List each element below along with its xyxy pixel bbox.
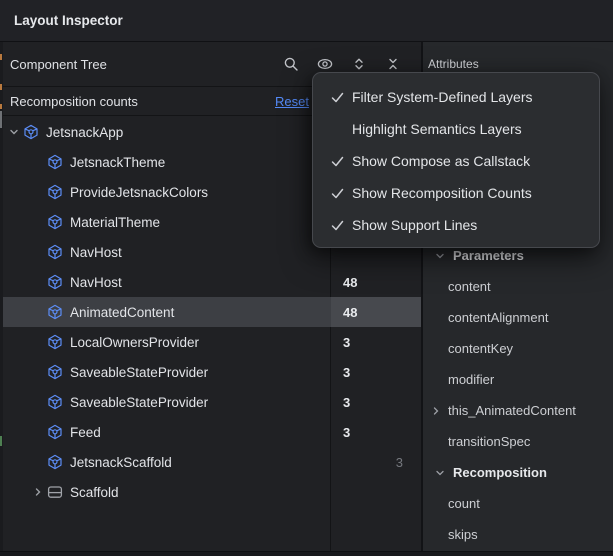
tree-node[interactable]: NavHost 48 — [3, 267, 421, 297]
attribute-row[interactable]: skips — [423, 519, 613, 550]
tree-node-selected[interactable]: AnimatedContent 48 — [3, 297, 421, 327]
component-tree-title: Component Tree — [10, 57, 107, 72]
chevron-right-icon[interactable] — [430, 405, 444, 417]
tree-node[interactable]: SaveableStateProvider 3 — [3, 387, 421, 417]
attribute-row[interactable]: contentKey — [423, 333, 613, 364]
chevron-down-icon[interactable] — [434, 250, 448, 262]
tree-node[interactable]: LocalOwnersProvider 3 — [3, 327, 421, 357]
compose-node-icon — [47, 154, 63, 170]
menu-item[interactable]: Show Recomposition Counts — [313, 177, 599, 209]
attributes-list: Parameters content contentAlignment cont… — [423, 240, 613, 550]
compose-node-icon — [23, 124, 39, 140]
menu-item[interactable]: Highlight Semantics Layers — [313, 113, 599, 145]
compose-node-icon — [47, 184, 63, 200]
attribute-row[interactable]: content — [423, 271, 613, 302]
chevron-down-icon[interactable] — [434, 467, 448, 479]
tool-window-titlebar: Layout Inspector — [0, 0, 613, 42]
chevron-right-icon[interactable] — [29, 484, 47, 500]
attribute-row[interactable]: modifier — [423, 364, 613, 395]
compose-node-icon — [47, 364, 63, 380]
skip-count: 3 — [396, 455, 403, 470]
menu-item[interactable]: Show Support Lines — [313, 209, 599, 241]
check-icon — [330, 217, 352, 233]
reset-counts-link[interactable]: Reset — [275, 94, 309, 109]
compose-node-icon — [47, 304, 63, 320]
menu-item[interactable]: Show Compose as Callstack — [313, 145, 599, 177]
compose-node-icon — [47, 214, 63, 230]
compose-node-icon — [47, 334, 63, 350]
layout-inspector-window: Layout Inspector Component Tree Rec — [0, 0, 613, 556]
tree-node[interactable]: Scaffold — [3, 477, 421, 507]
recomposition-count: 3 — [343, 365, 350, 380]
attribute-row[interactable]: this_AnimatedContent — [423, 395, 613, 426]
menu-item[interactable]: Filter System-Defined Layers — [313, 81, 599, 113]
search-icon[interactable] — [282, 55, 300, 73]
bottom-edge — [0, 551, 613, 556]
tree-node[interactable]: Feed 3 — [3, 417, 421, 447]
attribute-row[interactable]: transitionSpec — [423, 426, 613, 457]
compose-node-icon — [47, 274, 63, 290]
attribute-row[interactable]: count — [423, 488, 613, 519]
recomposition-count: 3 — [343, 335, 350, 350]
compose-node-icon — [47, 394, 63, 410]
check-icon — [330, 185, 352, 201]
page-title: Layout Inspector — [14, 13, 123, 28]
check-icon — [330, 89, 352, 105]
recomposition-count: 3 — [343, 395, 350, 410]
recomposition-count: 48 — [343, 305, 357, 320]
chevron-down-icon[interactable] — [5, 124, 23, 140]
attributes-title: Attributes — [428, 57, 479, 71]
tree-node[interactable]: JetsnackScaffold 3 — [3, 447, 421, 477]
expand-all-icon[interactable] — [350, 55, 368, 73]
view-options-eye-icon[interactable] — [316, 55, 334, 73]
recomposition-count: 3 — [343, 425, 350, 440]
view-options-menu: Filter System-Defined Layers Highlight S… — [312, 72, 600, 248]
compose-node-icon — [47, 244, 63, 260]
compose-node-icon — [47, 454, 63, 470]
compose-node-icon — [47, 424, 63, 440]
recomposition-count: 48 — [343, 275, 357, 290]
tree-node[interactable]: SaveableStateProvider 3 — [3, 357, 421, 387]
recomposition-counts-label: Recomposition counts — [10, 94, 138, 109]
collapse-all-icon[interactable] — [384, 55, 402, 73]
section-header-recomposition[interactable]: Recomposition — [423, 457, 613, 488]
attribute-row[interactable]: contentAlignment — [423, 302, 613, 333]
check-icon — [330, 153, 352, 169]
scaffold-icon — [47, 484, 63, 500]
